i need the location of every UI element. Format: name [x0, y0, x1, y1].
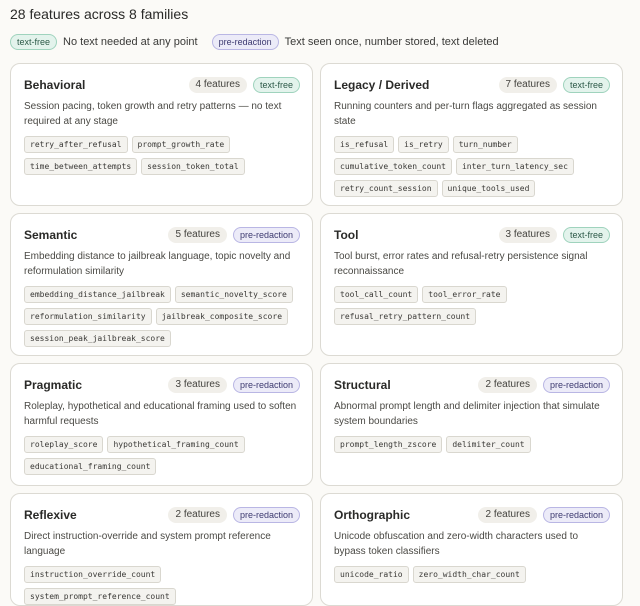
feature-chip: tool_error_rate	[422, 286, 507, 303]
card-meta: 2 features pre-redaction	[478, 377, 610, 393]
card-header: Tool 3 features text-free	[334, 227, 610, 243]
card-header: Pragmatic 3 features pre-redaction	[24, 377, 300, 393]
card-meta: 5 features pre-redaction	[168, 227, 300, 243]
feature-chip: prompt_length_zscore	[334, 436, 443, 453]
feature-chip: inter_turn_latency_sec	[455, 158, 574, 175]
feature-chip: hypothetical_framing_count	[107, 436, 245, 453]
feature-count-badge: 2 features	[478, 377, 537, 393]
card-title: Structural	[334, 378, 391, 392]
feature-chip: is_retry	[398, 136, 449, 153]
card-description: Session pacing, token growth and retry p…	[24, 101, 282, 127]
card-meta: 3 features text-free	[498, 227, 610, 243]
redaction-badge: pre-redaction	[232, 377, 300, 393]
feature-chip: retry_count_session	[334, 180, 438, 197]
card-title: Pragmatic	[24, 378, 83, 392]
feature-count-badge: 4 features	[188, 77, 247, 93]
feature-chip: embedding_distance_jailbreak	[24, 286, 171, 303]
legend: text-free No text needed at any point pr…	[10, 34, 513, 50]
feature-family-card: Orthographic 2 features pre-redaction Un…	[320, 493, 623, 606]
feature-chip: unique_tools_used	[441, 180, 536, 197]
feature-chip-list: roleplay_score hypothetical_framing_count…	[24, 436, 300, 475]
feature-chip: is_refusal	[334, 136, 395, 153]
card-meta: 3 features pre-redaction	[168, 377, 300, 393]
card-header: Reflexive 2 features pre-redaction	[24, 507, 300, 523]
feature-family-card: Reflexive 2 features pre-redaction Direc…	[10, 493, 313, 606]
redaction-badge: pre-redaction	[542, 377, 610, 393]
feature-count-badge: 5 features	[168, 227, 227, 243]
feature-count-badge: 2 features	[168, 507, 227, 523]
feature-chip: turn_number	[452, 136, 518, 153]
redaction-badge: pre-redaction	[542, 507, 610, 523]
legend-description-pre-redaction: Text seen once, number stored, text dele…	[284, 36, 499, 48]
feature-count-badge: 3 features	[498, 227, 557, 243]
card-description: Running counters and per-turn flags aggr…	[334, 101, 597, 127]
feature-chip: system_prompt_reference_count	[24, 588, 176, 605]
redaction-badge: text-free	[252, 77, 300, 93]
feature-chip-list: instruction_override_count system_prompt_…	[24, 566, 300, 605]
feature-chip: prompt_growth_rate	[131, 136, 231, 153]
redaction-badge: pre-redaction	[232, 507, 300, 523]
feature-chip: retry_after_refusal	[24, 136, 128, 153]
feature-family-card: Tool 3 features text-free Tool burst, er…	[320, 213, 623, 356]
card-title: Semantic	[24, 228, 78, 242]
card-header: Legacy / Derived 7 features text-free	[334, 77, 610, 93]
card-description: Abnormal prompt length and delimiter inj…	[334, 401, 600, 427]
feature-chip-list: unicode_ratio zero_width_char_count	[334, 566, 610, 583]
feature-chip: session_peak_jailbreak_score	[24, 330, 171, 347]
card-meta: 7 features text-free	[498, 77, 610, 93]
feature-family-card: Behavioral 4 features text-free Session …	[10, 63, 313, 206]
card-meta: 2 features pre-redaction	[478, 507, 610, 523]
feature-count-badge: 2 features	[478, 507, 537, 523]
redaction-badge: text-free	[562, 227, 610, 243]
card-header: Behavioral 4 features text-free	[24, 77, 300, 93]
feature-chip: zero_width_char_count	[412, 566, 526, 583]
feature-chip: instruction_override_count	[24, 566, 162, 583]
feature-chip-list: embedding_distance_jailbreak semantic_nov…	[24, 286, 300, 347]
feature-family-card: Structural 2 features pre-redaction Abno…	[320, 363, 623, 486]
feature-chip: cumulative_token_count	[334, 158, 452, 175]
feature-chip: tool_call_count	[334, 286, 419, 303]
feature-family-grid: Behavioral 4 features text-free Session …	[10, 63, 623, 606]
feature-family-card: Pragmatic 3 features pre-redaction Rolep…	[10, 363, 313, 486]
feature-chip-list: tool_call_count tool_error_rate refusal_re…	[334, 286, 610, 325]
feature-chip: session_token_total	[141, 158, 245, 175]
feature-chip-list: retry_after_refusal prompt_growth_ratetim…	[24, 136, 300, 175]
card-header: Orthographic 2 features pre-redaction	[334, 507, 610, 523]
legend-badge-pre-redaction: pre-redaction	[211, 34, 279, 50]
card-description: Direct instruction-override and system p…	[24, 531, 271, 557]
card-meta: 4 features text-free	[188, 77, 300, 93]
card-title: Tool	[334, 228, 359, 242]
feature-family-card: Legacy / Derived 7 features text-free Ru…	[320, 63, 623, 206]
feature-chip: refusal_retry_pattern_count	[334, 308, 477, 325]
card-header: Structural 2 features pre-redaction	[334, 377, 610, 393]
card-title: Orthographic	[334, 508, 411, 522]
card-description: Tool burst, error rates and refusal-retr…	[334, 251, 588, 277]
feature-chip: time_between_attempts	[24, 158, 138, 175]
legend-badge-text-free: text-free	[10, 34, 58, 50]
feature-chip: semantic_novelty_score	[174, 286, 293, 303]
feature-chip: jailbreak_composite_score	[155, 308, 289, 325]
card-description: Embedding distance to jailbreak language…	[24, 251, 291, 277]
card-description: Roleplay, hypothetical and educational f…	[24, 401, 297, 427]
feature-count-badge: 3 features	[168, 377, 227, 393]
feature-chip-list: prompt_length_zscore delimiter_count	[334, 436, 610, 453]
redaction-badge: pre-redaction	[232, 227, 300, 243]
feature-chip-list: is_refusal is_retry turn_number cumulative_…	[334, 136, 610, 197]
card-header: Semantic 5 features pre-redaction	[24, 227, 300, 243]
feature-chip: unicode_ratio	[334, 566, 409, 583]
card-title: Behavioral	[24, 78, 86, 92]
card-meta: 2 features pre-redaction	[168, 507, 300, 523]
page-title: 28 features across 8 families	[10, 6, 189, 22]
card-title: Reflexive	[24, 508, 77, 522]
card-description: Unicode obfuscation and zero-width chara…	[334, 531, 579, 557]
redaction-badge: text-free	[562, 77, 610, 93]
feature-chip: educational_framing_count	[24, 458, 157, 475]
feature-chip: delimiter_count	[446, 436, 531, 453]
feature-chip: reformulation_similarity	[24, 308, 152, 325]
feature-family-card: Semantic 5 features pre-redaction Embedd…	[10, 213, 313, 356]
card-title: Legacy / Derived	[334, 78, 430, 92]
feature-chip: roleplay_score	[24, 436, 104, 453]
legend-description-text-free: No text needed at any point	[63, 36, 198, 48]
feature-count-badge: 7 features	[498, 77, 557, 93]
